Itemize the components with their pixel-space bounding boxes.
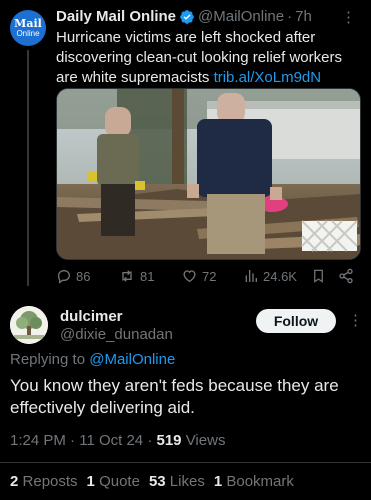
divider [0,462,371,463]
replying-to-handle[interactable]: @MailOnline [89,351,175,368]
repost-count: 81 [140,268,155,284]
quotes-stat[interactable]: 1 Quote [87,473,140,490]
tweet-photo[interactable] [56,88,361,260]
reply-text: You know they aren't feds because they a… [10,376,339,417]
heart-icon [183,270,196,283]
tweet-action-bar: 86 81 72 24.6K [56,268,356,284]
reply-display-name[interactable]: dulcimer [60,308,123,325]
reply-metadata: 1:24 PM · 11 Oct 24 · 519 Views [10,432,225,449]
reply-views-count: 519 [156,432,182,449]
dulcimer-avatar[interactable] [10,306,48,344]
repost-action[interactable]: 81 [118,268,181,284]
meta-separator: · [65,432,80,449]
stat-label: Bookmark [226,473,294,490]
stat-label: Reposts [22,473,78,490]
stat-label: Quote [99,473,140,490]
bookmark-action[interactable] [311,268,338,284]
timestamp[interactable]: 7h [295,8,312,25]
reply-count: 86 [76,268,91,284]
daily-mail-avatar[interactable]: Mail Online [10,10,46,46]
stat-count: 53 [148,473,166,490]
follow-button[interactable]: Follow [256,309,336,333]
stat-count: 1 [213,473,223,490]
avatar-logo-text: Mail [14,17,42,30]
tweet-header: Daily Mail Online @MailOnline · 7h [56,8,312,25]
replying-to: Replying to @MailOnline [10,351,175,368]
share-icon [339,268,353,284]
meta-separator: · [143,432,157,449]
reposts-stat[interactable]: 2 Reposts [10,473,78,490]
tweet-link[interactable]: trib.al/XoLm9dN [214,69,322,86]
stat-count: 1 [86,473,95,490]
like-count: 72 [202,268,217,284]
thread-connector-line [27,50,29,286]
repost-icon [122,270,132,282]
views-count: 24.6K [263,268,297,284]
reply-date[interactable]: 11 Oct 24 [79,432,143,449]
bookmark-icon [314,269,323,283]
reply-action[interactable]: 86 [56,268,118,284]
reply-time[interactable]: 1:24 PM [10,432,66,449]
tree-drawing-icon [10,306,48,344]
views-action[interactable]: 24.6K [243,268,311,284]
share-action[interactable] [338,268,354,284]
stat-count: 2 [10,473,19,490]
replying-to-label: Replying to [10,351,90,368]
reply-views-label: Views [185,432,226,449]
handle[interactable]: @MailOnline [198,8,284,25]
stat-label: Likes [169,473,205,490]
likes-stat[interactable]: 53 Likes [149,473,205,490]
tweet-text: Hurricane victims are left shocked after… [56,28,360,88]
bookmarks-stat[interactable]: 1 Bookmark [214,473,294,490]
avatar-logo-subtext: Online [16,29,40,38]
separator-dot: · [287,8,293,25]
more-options-icon[interactable]: ⋮ [341,10,357,25]
reply-more-options-icon[interactable]: ⋮ [348,313,364,328]
verified-badge-icon [179,9,195,25]
parent-tweet[interactable]: Mail Online Daily Mail Online @MailOnlin… [0,0,371,292]
display-name[interactable]: Daily Mail Online [56,8,176,25]
views-chart-icon [245,270,257,282]
reply-handle[interactable]: @dixie_dunadan [60,326,173,343]
like-action[interactable]: 72 [181,268,243,284]
photo-image [57,89,360,259]
engagement-stats: 2 Reposts 1 Quote 53 Likes 1 Bookmark [10,473,294,490]
reply-icon [57,269,71,284]
